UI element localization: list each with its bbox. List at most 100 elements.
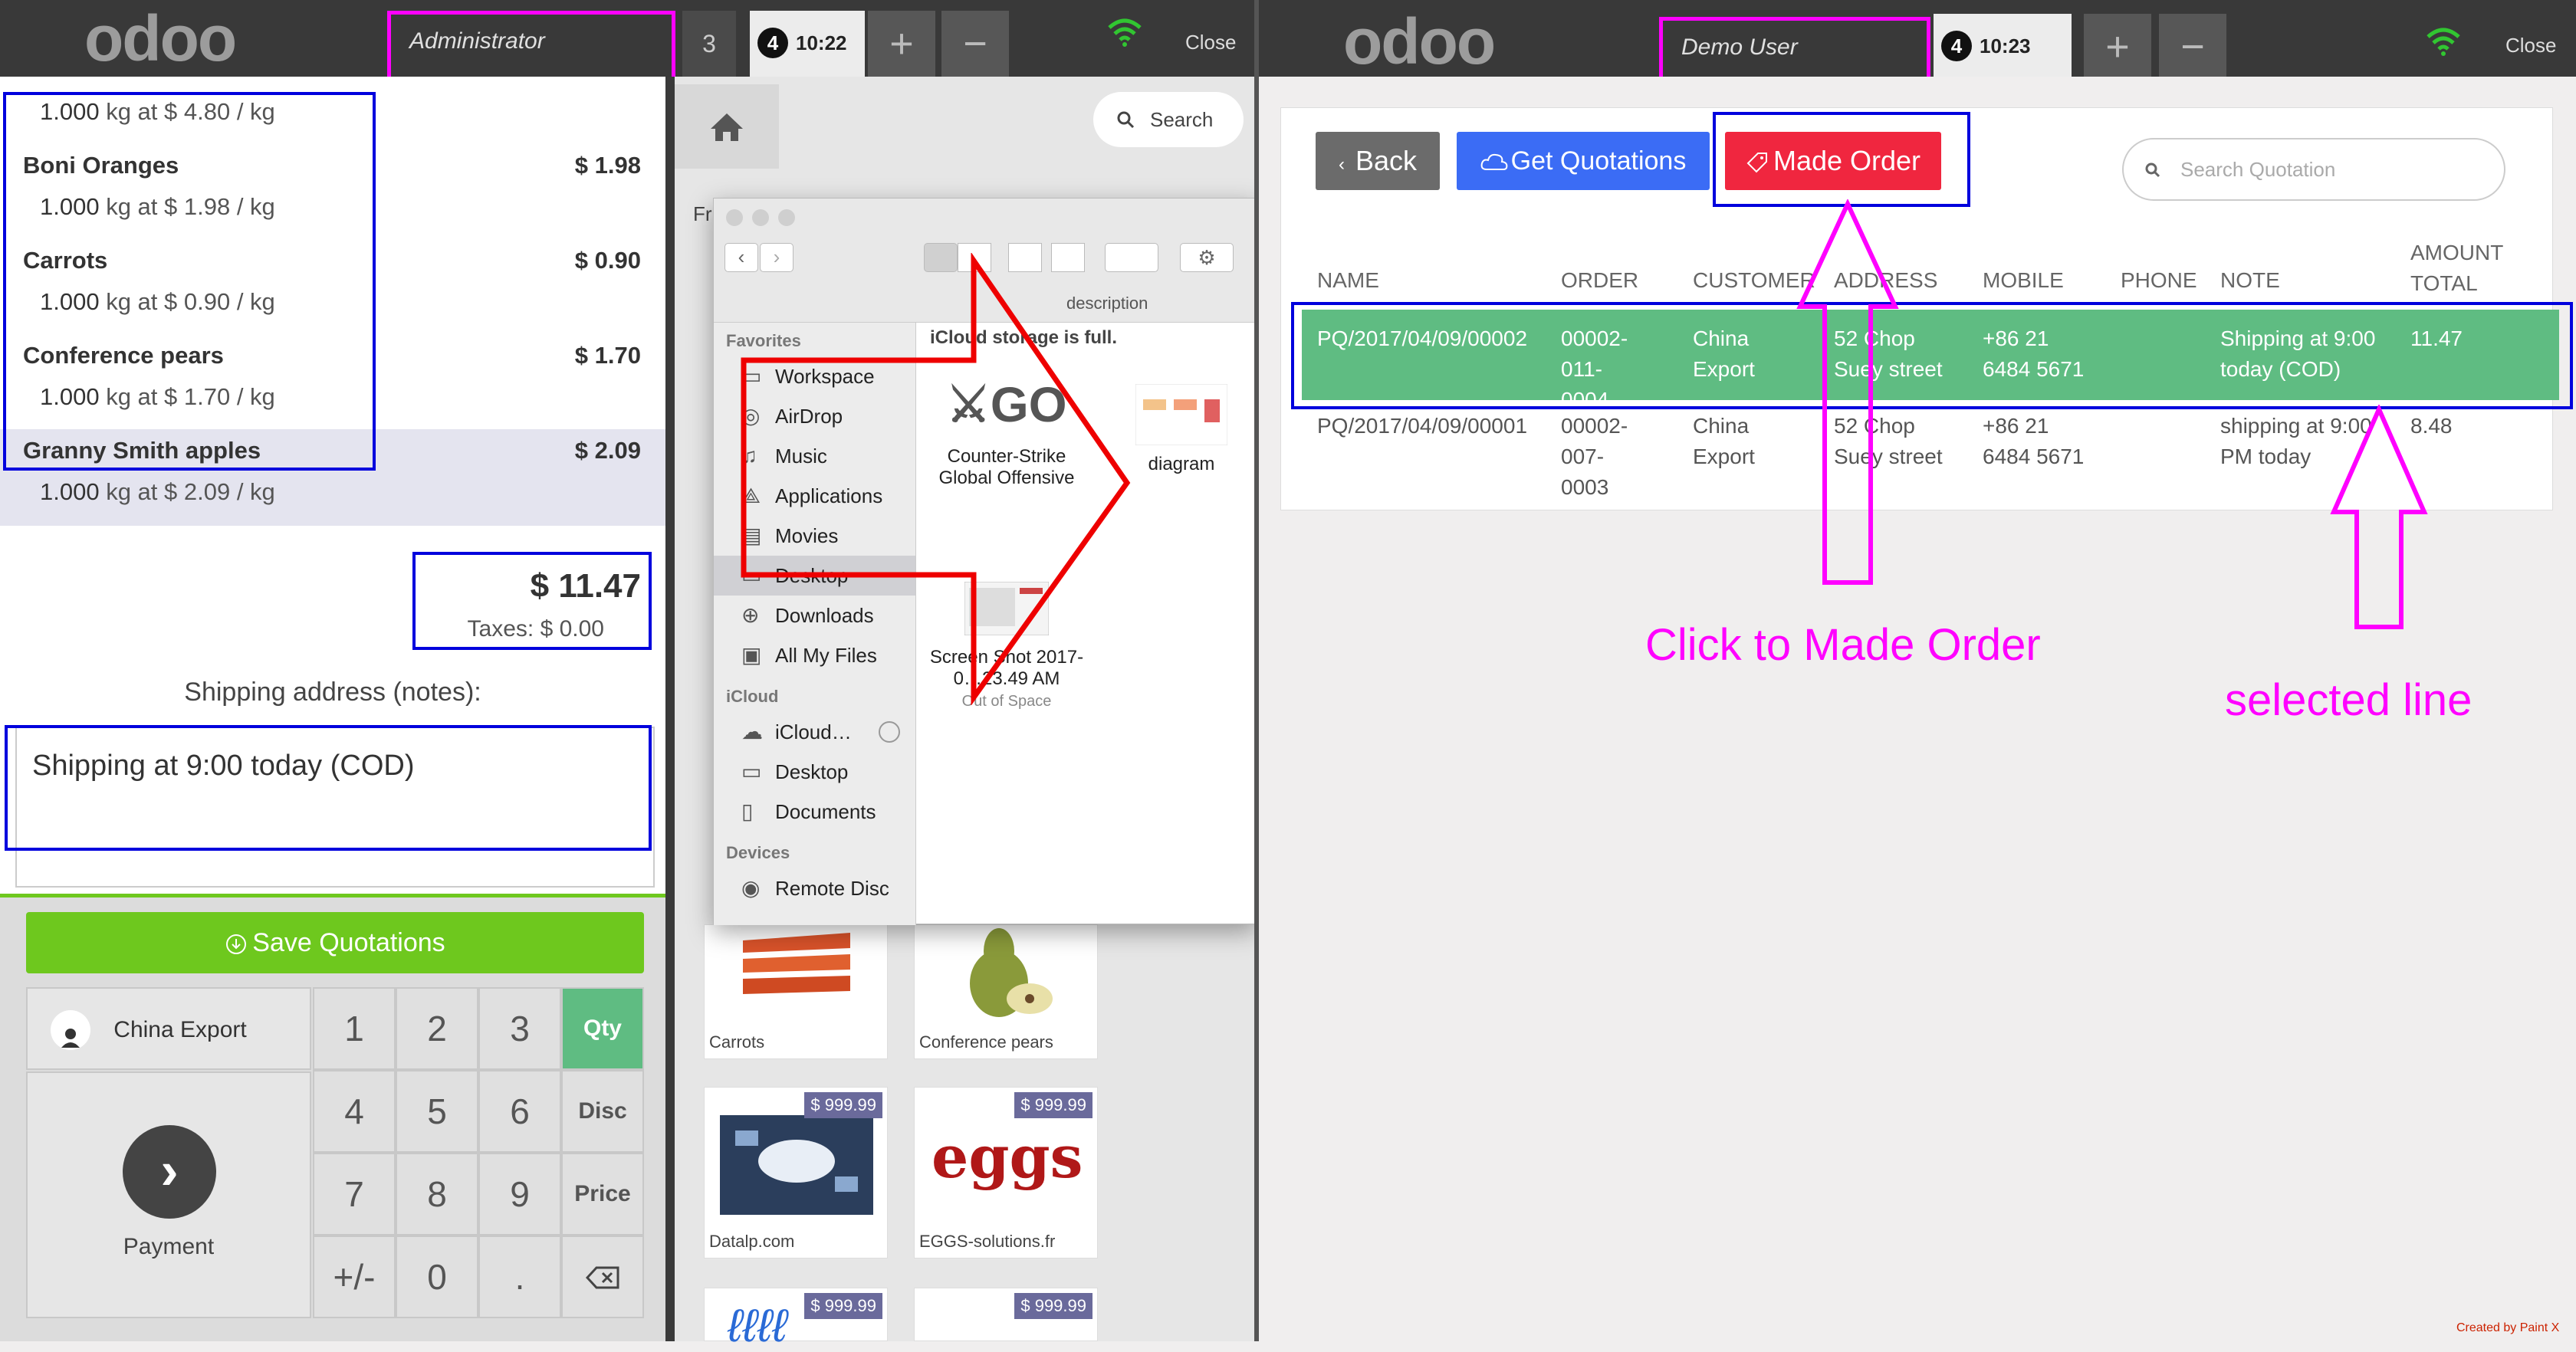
left-remove-order-button[interactable]: − <box>941 11 1009 77</box>
right-add-order-button[interactable]: + <box>2084 14 2151 80</box>
qty-mode-button[interactable]: Qty <box>561 987 644 1070</box>
sidebar-item-icloud-drive[interactable]: ☁ iCloud… <box>714 712 915 752</box>
search-quotation-input[interactable]: Search Quotation <box>2122 138 2505 201</box>
numpad-key-8[interactable]: 8 <box>396 1153 478 1236</box>
annotation-made-order: Click to Made Order <box>1645 620 2041 670</box>
numpad-key-9[interactable]: 9 <box>478 1153 561 1236</box>
product-card-carrots[interactable]: Carrots <box>704 924 888 1059</box>
order-lines-highlight <box>3 92 376 471</box>
order-line-price: $ 1.70 <box>574 342 641 369</box>
red-arrow-annotation <box>741 253 1131 705</box>
left-wifi-icon <box>1106 17 1144 55</box>
annotation-selected-line: selected line <box>2225 675 2472 725</box>
breadcrumb-partial: Fr <box>693 202 712 225</box>
column-header-phone: PHONE <box>2121 268 2197 292</box>
right-remove-order-button[interactable]: − <box>2159 14 2226 80</box>
home-button[interactable] <box>675 84 779 169</box>
carrots-image <box>743 933 850 994</box>
get-quotations-button[interactable]: Get Quotations <box>1457 132 1710 190</box>
right-user-chip[interactable]: Demo User <box>1659 17 1930 86</box>
left-active-order[interactable]: 4 10:22 <box>750 11 865 77</box>
cell-customer: China Export <box>1693 414 1755 468</box>
numpad-key-7[interactable]: 7 <box>313 1153 396 1236</box>
column-header-amount: AMOUNT TOTAL <box>2410 241 2503 295</box>
window-zoom-dot[interactable] <box>778 209 795 226</box>
desktop-icon: ▭ <box>741 760 762 783</box>
storage-pie-icon <box>879 721 900 743</box>
download-icon <box>226 934 247 955</box>
numpad-key-dot[interactable]: . <box>478 1236 561 1318</box>
diagram-thumbnail <box>1135 383 1228 446</box>
numpad-key-3[interactable]: 3 <box>478 987 561 1070</box>
column-header-note: NOTE <box>2220 268 2280 292</box>
order-line-price: $ 2.09 <box>574 437 641 464</box>
window-minimize-dot[interactable] <box>752 209 769 226</box>
home-icon <box>711 113 743 141</box>
right-close-button[interactable]: Close <box>2505 34 2556 57</box>
made-order-highlight <box>1713 112 1970 207</box>
price-mode-button[interactable]: Price <box>561 1153 644 1236</box>
gear-icon[interactable]: ⚙ <box>1180 243 1234 272</box>
sidebar-item-remote-disc[interactable]: ◉ Remote Disc <box>714 868 915 908</box>
numpad-key-4[interactable]: 4 <box>313 1070 396 1153</box>
user-icon <box>51 1010 90 1050</box>
order-badge: 4 <box>757 28 788 58</box>
shipping-label: Shipping address (notes): <box>184 678 481 707</box>
magenta-up-arrow-made-order <box>1796 199 1899 585</box>
disc-mode-button[interactable]: Disc <box>561 1070 644 1153</box>
product-card-partial[interactable]: ℓℓℓℓ $ 999.99 <box>704 1288 888 1351</box>
order-count[interactable]: 3 <box>682 11 736 77</box>
product-card-eggs[interactable]: eggs $ 999.99 EGGS-solutions.fr <box>914 1087 1098 1258</box>
back-chevron-icon: ‹ <box>1338 154 1345 175</box>
search-icon <box>2145 162 2160 178</box>
numpad-key-plus-minus[interactable]: +/- <box>313 1236 396 1318</box>
pears-image <box>970 928 1053 1017</box>
eggs-logo: eggs <box>932 1123 1083 1191</box>
product-card-pears[interactable]: Conference pears <box>914 924 1098 1059</box>
numpad-key-5[interactable]: 5 <box>396 1070 478 1153</box>
save-quotations-button[interactable]: Save Quotations <box>26 912 644 973</box>
order-time: 10:22 <box>796 31 847 54</box>
right-active-order[interactable]: 4 10:23 <box>1934 14 2072 80</box>
search-icon <box>1117 111 1135 129</box>
devices-heading: Devices <box>726 843 790 862</box>
back-button[interactable]: ‹ Back <box>1316 132 1440 190</box>
price-tag: $ 999.99 <box>1014 1092 1092 1118</box>
order-line-price: $ 1.98 <box>574 152 641 179</box>
right-odoo-logo: odoo <box>1343 5 1496 77</box>
product-search-button[interactable]: Search <box>1093 92 1244 147</box>
documents-icon: ▯ <box>741 799 754 823</box>
payment-arrow-icon: › <box>123 1125 216 1219</box>
right-pos-panel: odoo Demo User 4 10:23 + − Close ‹ Back Ge… <box>1257 0 2576 1341</box>
customer-button[interactable]: China Export <box>26 987 311 1070</box>
product-name: Conference pears <box>919 1032 1053 1052</box>
product-card-datalp[interactable]: $ 999.99 Datalp.com <box>704 1087 888 1258</box>
datalp-image <box>720 1115 873 1215</box>
column-header-name: NAME <box>1317 268 1379 292</box>
numpad-key-0[interactable]: 0 <box>396 1236 478 1318</box>
price-tag: $ 999.99 <box>804 1293 882 1319</box>
order-badge: 4 <box>1941 31 1972 61</box>
numpad-key-1[interactable]: 1 <box>313 987 396 1070</box>
sidebar-item-documents[interactable]: ▯ Documents <box>714 792 915 832</box>
numpad-key-6[interactable]: 6 <box>478 1070 561 1153</box>
product-card-partial[interactable]: $ 999.99 <box>914 1288 1098 1341</box>
cell-name: PQ/2017/04/09/00001 <box>1317 414 1528 438</box>
left-user-chip[interactable]: Administrator <box>387 11 675 86</box>
payment-button[interactable]: › Payment <box>26 1071 311 1318</box>
left-add-order-button[interactable]: + <box>868 11 935 77</box>
magenta-up-arrow-selected-line <box>2330 405 2428 629</box>
backspace-key[interactable] <box>561 1236 644 1318</box>
window-close-dot[interactable] <box>726 209 743 226</box>
price-tag: $ 999.99 <box>804 1092 882 1118</box>
sidebar-item-icloud-desktop[interactable]: ▭ Desktop <box>714 752 915 792</box>
cell-order: 00002-007-0003 <box>1561 414 1628 499</box>
backspace-icon <box>585 1266 619 1289</box>
column-header-mobile: MOBILE <box>1983 268 2064 292</box>
order-line-price: $ 0.90 <box>574 247 641 274</box>
left-close-button[interactable]: Close <box>1185 31 1236 54</box>
numpad-key-2[interactable]: 2 <box>396 987 478 1070</box>
search-placeholder: Search Quotation <box>2180 158 2336 181</box>
product-name: Carrots <box>709 1032 765 1052</box>
disc-icon: ◉ <box>741 876 761 900</box>
